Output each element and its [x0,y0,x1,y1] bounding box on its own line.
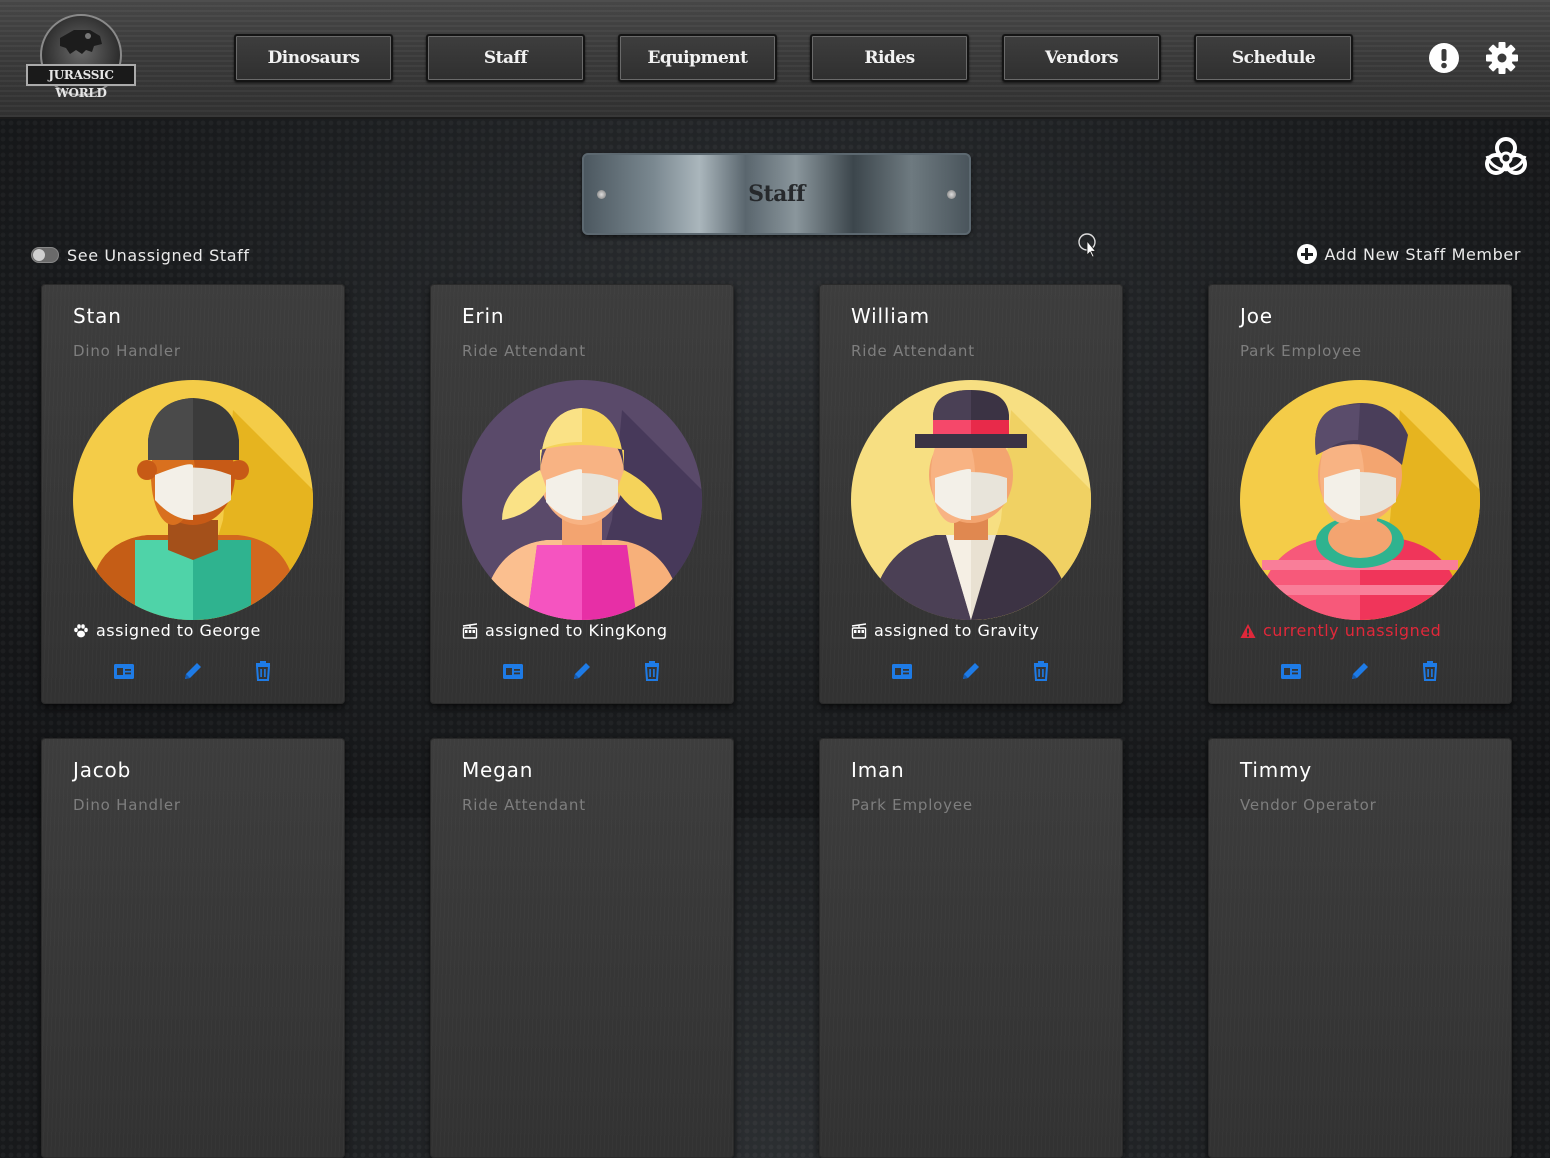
staff-name: Iman [851,758,905,782]
staff-name: Stan [73,304,122,328]
staff-role: Ride Attendant [462,342,586,360]
staff-role: Dino Handler [73,796,181,814]
add-staff-button[interactable]: Add New Staff Member [1296,244,1521,264]
mouse-cursor-icon [1078,233,1097,258]
trash-icon[interactable] [1419,660,1441,682]
nav-dinosaurs-button[interactable]: Dinosaurs [234,34,393,82]
staff-role: Ride Attendant [851,342,975,360]
staff-role: Park Employee [1240,342,1362,360]
paw-icon [74,623,88,637]
staff-card[interactable]: Jacob Dino Handler [41,738,345,1158]
staff-card[interactable]: Stan Dino Handler assigned to George [41,284,345,704]
unassigned-staff-toggle[interactable]: See Unassigned Staff [31,245,250,265]
card-actions [819,660,1123,684]
trash-icon[interactable] [1030,660,1052,682]
jurassic-world-logo[interactable]: JURASSIC WORLD [26,14,138,100]
assignment-status: currently unassigned [1240,621,1441,640]
staff-name: William [851,304,930,328]
t-rex-skull-icon [60,30,102,54]
trash-icon[interactable] [252,660,274,682]
staff-name: Jacob [73,758,132,782]
cable-car-icon [851,622,867,639]
staff-avatar [462,380,702,620]
staff-role: Park Employee [851,796,973,814]
assignment-status: assigned to George [73,621,261,640]
staff-avatar [1240,380,1480,620]
staff-card[interactable]: Joe Park Employee currently unassigned [1208,284,1512,704]
toggle-label: See Unassigned Staff [67,245,250,265]
pencil-icon[interactable] [182,660,204,682]
staff-card[interactable]: Megan Ride Attendant [430,738,734,1158]
staff-card[interactable]: William Ride Attendant assigned to Gravi… [819,284,1123,704]
pencil-icon[interactable] [571,660,593,682]
staff-card[interactable]: Erin Ride Attendant assigned to KingKong [430,284,734,704]
staff-avatar [851,380,1091,620]
assignment-status: assigned to KingKong [462,621,667,640]
staff-name: Megan [462,758,534,782]
cable-car-icon [462,622,478,639]
logo-text: JURASSIC WORLD [26,64,136,100]
nav-rides-button[interactable]: Rides [810,34,969,82]
nav-schedule-button[interactable]: Schedule [1194,34,1353,82]
page-title-plaque: Staff [582,153,971,235]
page-title: Staff [748,181,805,207]
assignment-status: assigned to Gravity [851,621,1039,640]
warning-icon [1240,623,1256,638]
card-actions [1208,660,1512,684]
staff-role: Dino Handler [73,342,181,360]
pencil-icon[interactable] [960,660,982,682]
card-actions [430,660,734,684]
exclamation-circle-icon[interactable] [1428,42,1460,74]
pencil-icon[interactable] [1349,660,1371,682]
staff-card[interactable]: Iman Park Employee [819,738,1123,1158]
id-card-icon[interactable] [502,660,524,682]
trash-icon[interactable] [641,660,663,682]
nav-equipment-button[interactable]: Equipment [618,34,777,82]
toggle-switch[interactable] [31,247,59,263]
nav-staff-button[interactable]: Staff [426,34,585,82]
staff-role: Ride Attendant [462,796,586,814]
biohazard-icon[interactable] [1483,134,1529,178]
staff-name: Timmy [1240,758,1312,782]
gear-icon[interactable] [1486,42,1518,74]
id-card-icon[interactable] [113,660,135,682]
staff-card[interactable]: Timmy Vendor Operator [1208,738,1512,1158]
plus-circle-icon [1296,244,1317,264]
assignment-text: assigned to George [96,621,261,640]
add-staff-label: Add New Staff Member [1324,244,1521,264]
staff-name: Joe [1240,304,1273,328]
card-actions [41,660,345,684]
nav-vendors-button[interactable]: Vendors [1002,34,1161,82]
assignment-text: assigned to Gravity [874,621,1040,640]
top-nav-bar: JURASSIC WORLD Dinosaurs Staff Equipment… [0,0,1550,119]
staff-role: Vendor Operator [1240,796,1377,814]
assignment-text: assigned to KingKong [485,621,668,640]
staff-name: Erin [462,304,505,328]
staff-avatar [73,380,313,620]
id-card-icon[interactable] [1280,660,1302,682]
id-card-icon[interactable] [891,660,913,682]
assignment-text: currently unassigned [1263,621,1442,640]
